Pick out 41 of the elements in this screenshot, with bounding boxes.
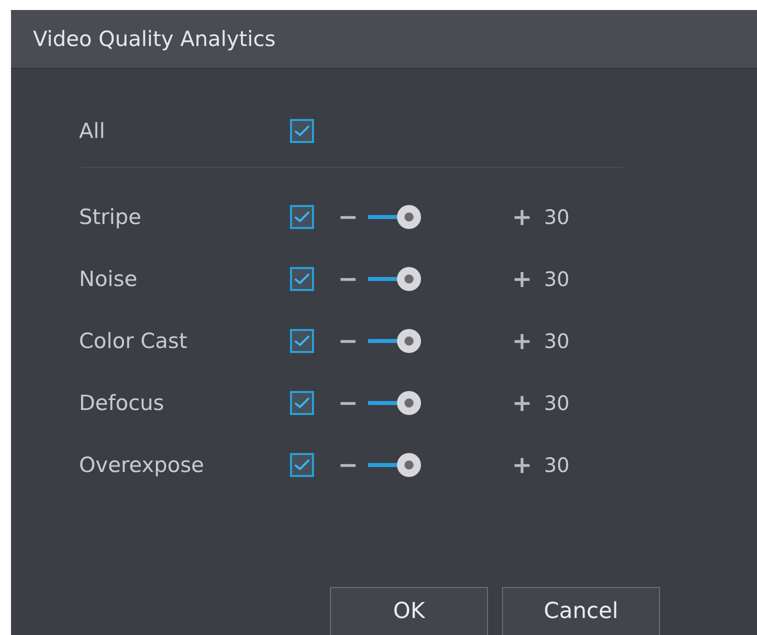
- slider-value: 30: [544, 267, 570, 291]
- decrease-button[interactable]: −: [338, 391, 358, 415]
- checkmark-icon: [294, 459, 310, 471]
- increase-button[interactable]: +: [512, 329, 532, 353]
- slider-value: 30: [544, 453, 570, 477]
- increase-button[interactable]: +: [512, 391, 532, 415]
- decrease-button[interactable]: −: [338, 329, 358, 353]
- slider-thumb[interactable]: [396, 267, 421, 291]
- increase-button[interactable]: +: [512, 205, 532, 229]
- dialog-button[interactable]: Cancel: [502, 587, 660, 635]
- increase-button[interactable]: +: [512, 267, 532, 291]
- checkmark-icon: [294, 125, 310, 137]
- option-label: Color Cast: [79, 329, 188, 353]
- decrease-button[interactable]: −: [338, 267, 358, 291]
- option-label: All: [79, 119, 106, 143]
- slider-thumb[interactable]: [396, 205, 421, 229]
- window-title: Video Quality Analytics: [33, 27, 276, 51]
- dialog-button[interactable]: OK: [330, 587, 488, 635]
- slider-value: 30: [544, 391, 570, 415]
- checkmark-icon: [294, 397, 310, 409]
- checkbox[interactable]: [290, 205, 314, 229]
- checkbox[interactable]: [290, 453, 314, 477]
- checkbox[interactable]: [290, 119, 314, 143]
- increase-button[interactable]: +: [512, 453, 532, 477]
- slider-value: 30: [544, 205, 570, 229]
- checkmark-icon: [294, 211, 310, 223]
- checkmark-icon: [294, 273, 310, 285]
- checkbox[interactable]: [290, 267, 314, 291]
- option-label: Stripe: [79, 205, 142, 229]
- slider-thumb[interactable]: [396, 453, 421, 477]
- checkbox[interactable]: [290, 391, 314, 415]
- checkbox[interactable]: [290, 329, 314, 353]
- slider-thumb[interactable]: [396, 391, 421, 415]
- option-label: Overexpose: [79, 453, 206, 477]
- slider-thumb[interactable]: [396, 329, 421, 353]
- checkmark-icon: [294, 335, 310, 347]
- decrease-button[interactable]: −: [338, 453, 358, 477]
- option-label: Defocus: [79, 391, 166, 415]
- slider-value: 30: [544, 329, 570, 353]
- option-label: Noise: [79, 267, 138, 291]
- decrease-button[interactable]: −: [338, 205, 358, 229]
